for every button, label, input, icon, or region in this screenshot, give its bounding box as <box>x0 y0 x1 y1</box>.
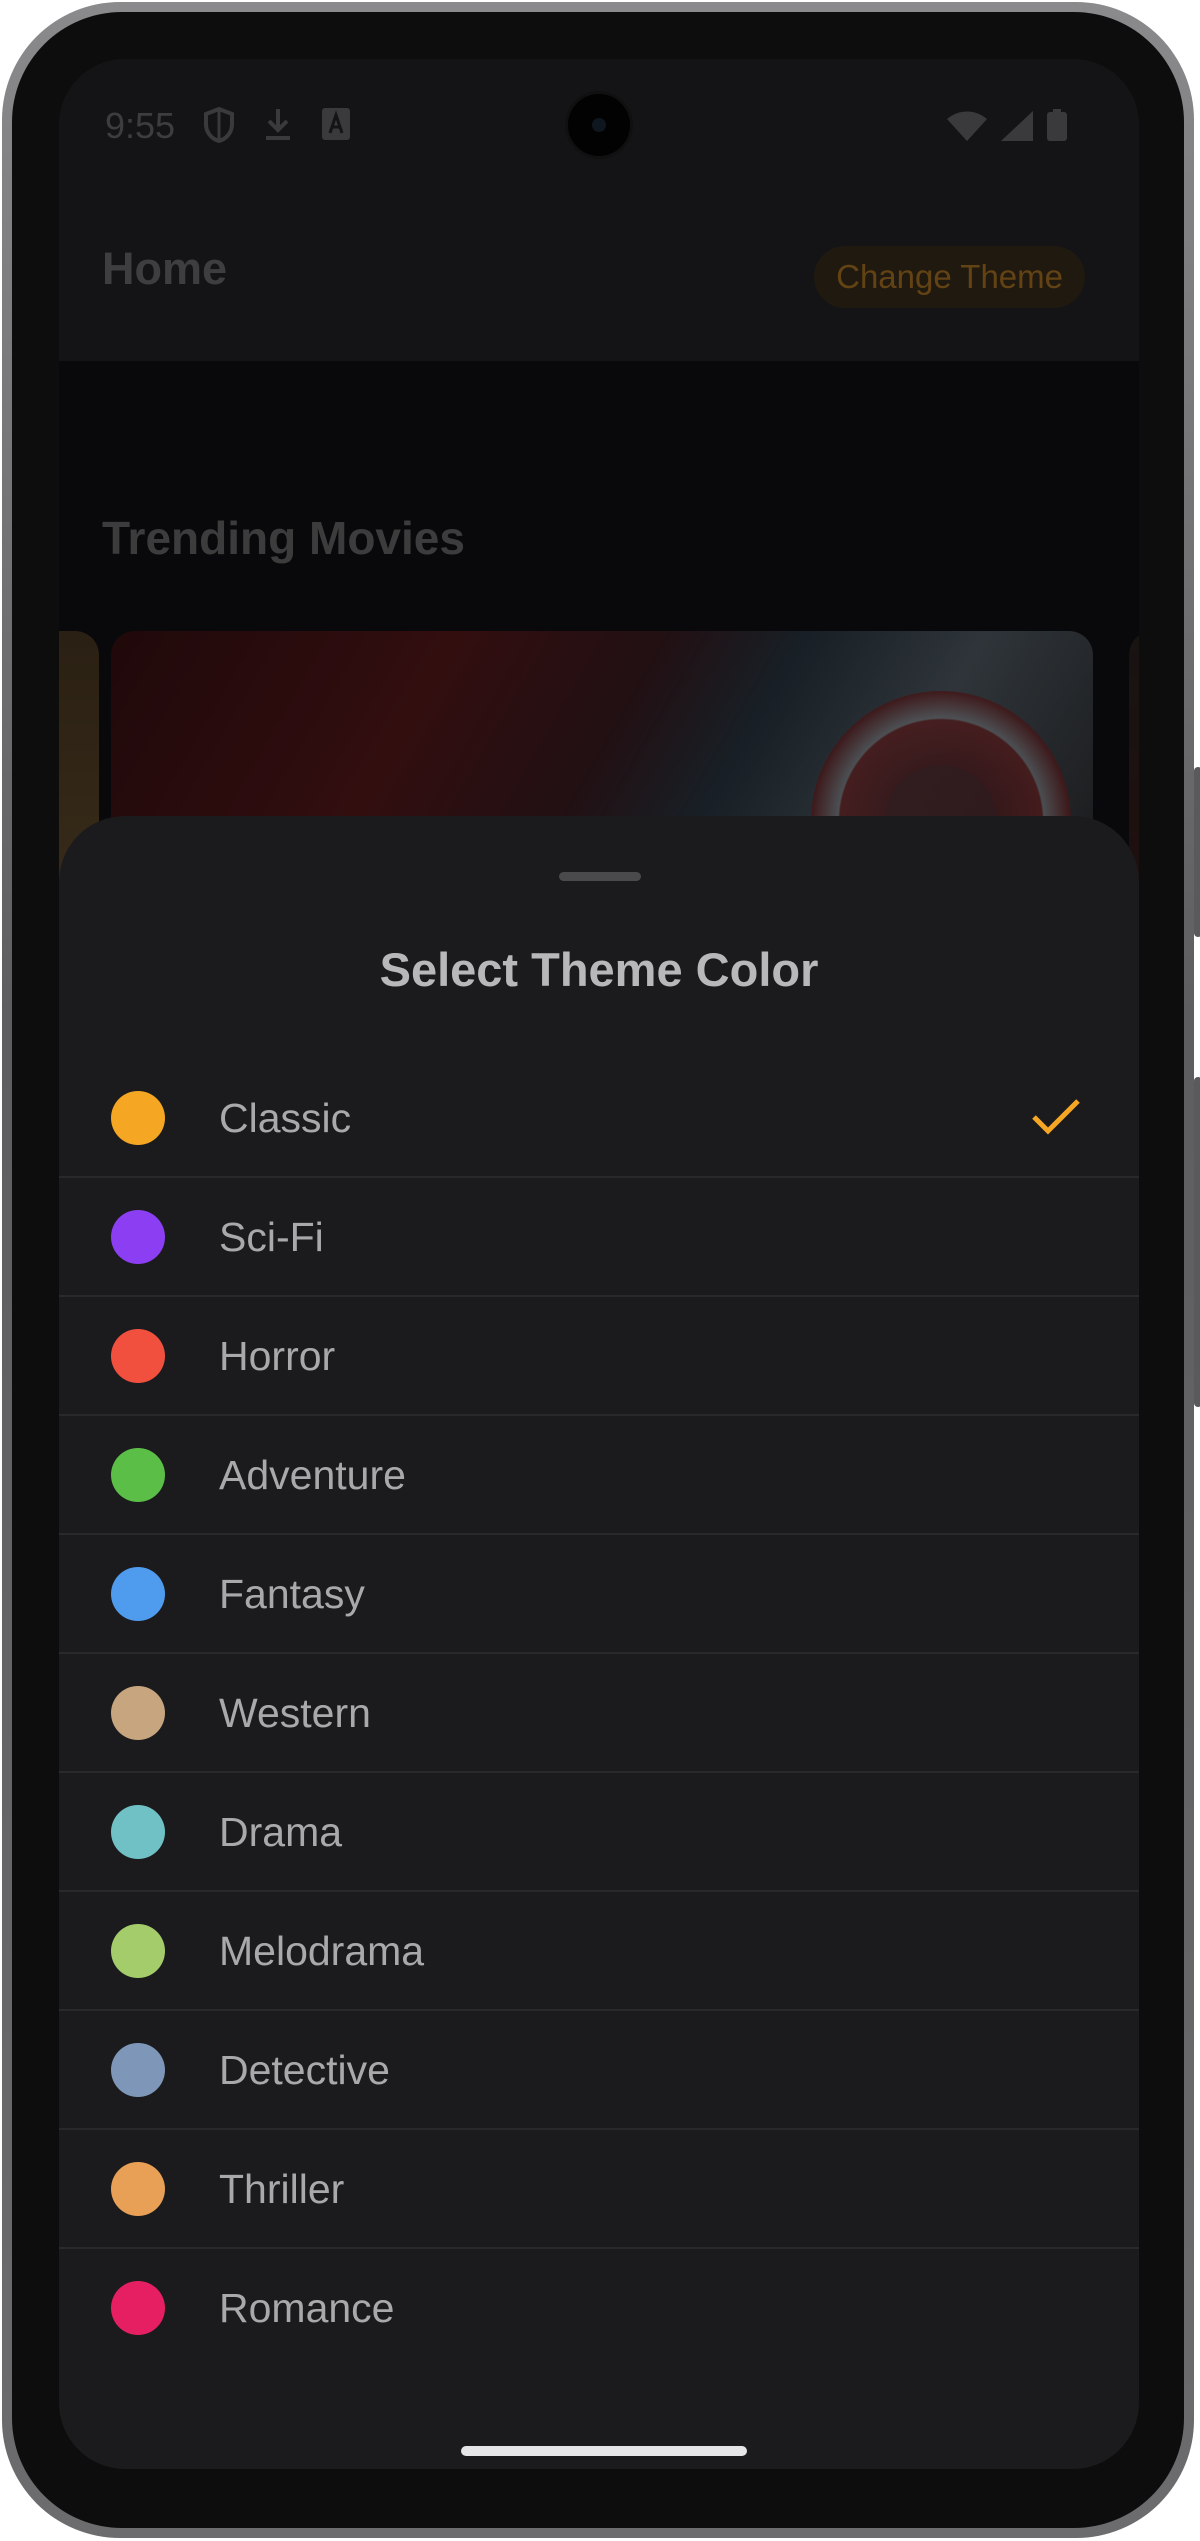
sheet-title: Select Theme Color <box>379 943 819 996</box>
color-swatch <box>111 2162 165 2216</box>
theme-label: Western <box>219 1690 371 1736</box>
theme-label: Horror <box>219 1333 336 1379</box>
screen: 9:55 Home Change Theme Trending Movies S… <box>59 59 1139 2469</box>
theme-list: Classic Sci-Fi Horror Adventure Fantasy Weste… <box>59 1059 1139 2368</box>
color-swatch <box>111 1091 165 1145</box>
color-swatch <box>111 2043 165 2097</box>
color-swatch <box>111 1329 165 1383</box>
theme-option-classic[interactable]: Classic <box>59 1059 1139 1178</box>
color-swatch <box>111 1924 165 1978</box>
check-icon <box>1031 1097 1081 1142</box>
power-button <box>1194 767 1200 937</box>
drag-handle[interactable] <box>559 872 641 881</box>
color-swatch <box>111 1686 165 1740</box>
theme-label: Classic <box>219 1095 352 1141</box>
theme-label: Romance <box>219 2285 395 2331</box>
color-swatch <box>111 1448 165 1502</box>
color-swatch <box>111 2281 165 2335</box>
theme-option-adventure[interactable]: Adventure <box>59 1416 1139 1535</box>
theme-option-western[interactable]: Western <box>59 1654 1139 1773</box>
theme-label: Thriller <box>219 2166 345 2212</box>
theme-label: Melodrama <box>219 1928 425 1974</box>
theme-option-detective[interactable]: Detective <box>59 2011 1139 2130</box>
color-swatch <box>111 1567 165 1621</box>
home-indicator[interactable] <box>461 2446 747 2456</box>
theme-option-romance[interactable]: Romance <box>59 2249 1139 2368</box>
color-swatch <box>111 1805 165 1859</box>
theme-label: Fantasy <box>219 1571 365 1617</box>
theme-label: Sci-Fi <box>219 1214 324 1260</box>
theme-option-fantasy[interactable]: Fantasy <box>59 1535 1139 1654</box>
theme-bottom-sheet: Select Theme Color Classic Sci-Fi Horror Ad… <box>59 816 1139 2469</box>
theme-option-melodrama[interactable]: Melodrama <box>59 1892 1139 2011</box>
theme-option-drama[interactable]: Drama <box>59 1773 1139 1892</box>
volume-button <box>1194 1077 1200 1407</box>
theme-option-thriller[interactable]: Thriller <box>59 2130 1139 2249</box>
theme-label: Detective <box>219 2047 390 2093</box>
theme-label: Drama <box>219 1809 343 1855</box>
theme-option-sci-fi[interactable]: Sci-Fi <box>59 1178 1139 1297</box>
theme-label: Adventure <box>219 1452 406 1498</box>
theme-option-horror[interactable]: Horror <box>59 1297 1139 1416</box>
color-swatch <box>111 1210 165 1264</box>
